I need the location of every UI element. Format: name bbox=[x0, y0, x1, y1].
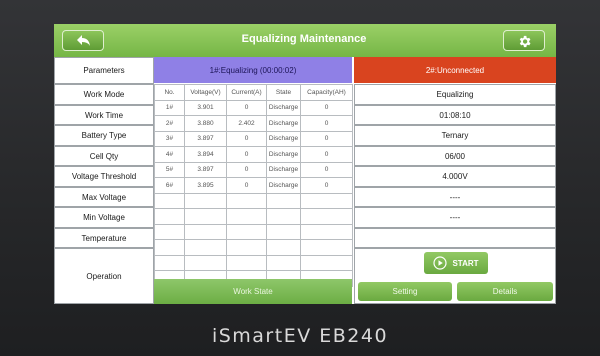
table-cell: 3# bbox=[154, 130, 185, 147]
table-cell: Discharge bbox=[266, 161, 301, 178]
value-temperature bbox=[354, 228, 556, 248]
details-button[interactable]: Details bbox=[457, 282, 553, 301]
table-cell: 0 bbox=[226, 161, 267, 178]
table-header-row: No. Voltage(V) Current(A) State Capacity… bbox=[154, 84, 353, 101]
start-label: START bbox=[452, 258, 479, 268]
param-operation: Operation bbox=[54, 248, 154, 304]
table-row-empty bbox=[154, 192, 353, 209]
table-cell: 3.895 bbox=[184, 177, 227, 194]
table-cell: 0 bbox=[300, 115, 353, 132]
table-row: 1# 3.901 0 Discharge 0 bbox=[154, 99, 353, 116]
gear-icon bbox=[519, 35, 531, 48]
table-cell: 3.897 bbox=[184, 161, 227, 178]
column-header: Voltage(V) bbox=[184, 84, 227, 101]
table-row: 6# 3.895 0 Discharge 0 bbox=[154, 177, 353, 194]
table-cell: 3.901 bbox=[184, 99, 227, 116]
table-cell: Discharge bbox=[266, 146, 301, 163]
value-work-time: 01:08:10 bbox=[354, 105, 556, 125]
parameters-header: Parameters bbox=[54, 57, 154, 84]
back-arrow-icon bbox=[77, 35, 90, 46]
column-header: Capacity(AH) bbox=[300, 84, 353, 101]
value-min-voltage: ---- bbox=[354, 207, 556, 228]
table-cell: Discharge bbox=[266, 99, 301, 116]
param-temperature: Temperature bbox=[54, 228, 154, 248]
column-header: No. bbox=[154, 84, 185, 101]
page-title: Equalizing Maintenance bbox=[241, 33, 367, 45]
value-work-mode: Equalizing bbox=[354, 84, 556, 105]
table-cell: 0 bbox=[226, 177, 267, 194]
header-bar: Equalizing Maintenance bbox=[54, 24, 556, 57]
param-voltage-threshold: Voltage Threshold bbox=[54, 166, 154, 187]
value-cell-qty[interactable]: 06/00 bbox=[354, 146, 556, 166]
device-brand-label: iSmartEV EB240 bbox=[211, 325, 389, 347]
cell-table: No. Voltage(V) Current(A) State Capacity… bbox=[154, 84, 353, 287]
table-cell: Discharge bbox=[266, 177, 301, 194]
table-row: 3# 3.897 0 Discharge 0 bbox=[154, 130, 353, 147]
table-cell: 0 bbox=[300, 130, 353, 147]
column-header: State bbox=[266, 84, 301, 101]
param-min-voltage: Min Voltage bbox=[54, 207, 154, 228]
value-max-voltage: ---- bbox=[354, 187, 556, 207]
table-row-empty bbox=[154, 208, 353, 225]
start-button[interactable]: START bbox=[424, 252, 488, 274]
table-cell: 0 bbox=[300, 146, 353, 163]
back-button[interactable] bbox=[62, 30, 104, 51]
table-row-empty bbox=[154, 223, 353, 240]
channel-1-status-header[interactable]: 1#:Equalizing (00:00:02) bbox=[154, 57, 352, 83]
table-cell: 3.880 bbox=[184, 115, 227, 132]
table-row-empty bbox=[154, 239, 353, 256]
param-battery-type: Battery Type bbox=[54, 125, 154, 146]
table-row: 2# 3.880 2.402 Discharge 0 bbox=[154, 115, 353, 132]
setting-button[interactable]: Setting bbox=[358, 282, 452, 301]
table-row-empty bbox=[154, 254, 353, 271]
table-row: 4# 3.894 0 Discharge 0 bbox=[154, 146, 353, 163]
settings-button[interactable] bbox=[503, 30, 545, 51]
table-cell: 0 bbox=[300, 99, 353, 116]
param-cell-qty: Cell Qty bbox=[54, 146, 154, 166]
param-max-voltage: Max Voltage bbox=[54, 187, 154, 207]
table-cell: 3.894 bbox=[184, 146, 227, 163]
table-cell: Discharge bbox=[266, 130, 301, 147]
table-cell: 2.402 bbox=[226, 115, 267, 132]
channel-2-status-header[interactable]: 2#:Unconnected bbox=[354, 57, 556, 83]
table-cell: 4# bbox=[154, 146, 185, 163]
table-row: 5# 3.897 0 Discharge 0 bbox=[154, 161, 353, 178]
table-cell: 2# bbox=[154, 115, 185, 132]
value-voltage-threshold[interactable]: 4.000V bbox=[354, 166, 556, 187]
param-work-time: Work Time bbox=[54, 105, 154, 125]
value-battery-type[interactable]: Ternary bbox=[354, 125, 556, 146]
table-cell: 0 bbox=[226, 146, 267, 163]
table-cell: 6# bbox=[154, 177, 185, 194]
play-icon bbox=[433, 256, 448, 270]
table-cell: 0 bbox=[226, 99, 267, 116]
table-cell: 1# bbox=[154, 99, 185, 116]
work-state-button[interactable]: Work State bbox=[154, 279, 352, 304]
table-cell: 5# bbox=[154, 161, 185, 178]
table-cell: Discharge bbox=[266, 115, 301, 132]
table-cell: 0 bbox=[226, 130, 267, 147]
touch-screen: Equalizing Maintenance Parameters Work M… bbox=[54, 24, 556, 304]
table-cell: 3.897 bbox=[184, 130, 227, 147]
table-cell: 0 bbox=[300, 177, 353, 194]
param-work-mode: Work Mode bbox=[54, 84, 154, 105]
column-header: Current(A) bbox=[226, 84, 267, 101]
table-cell: 0 bbox=[300, 161, 353, 178]
